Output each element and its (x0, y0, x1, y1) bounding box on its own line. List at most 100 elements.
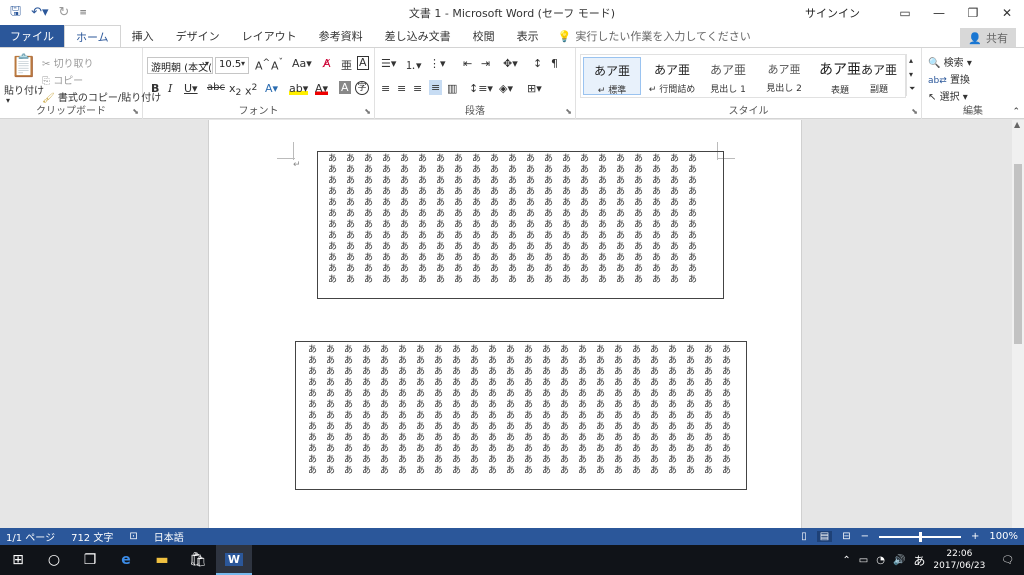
tab-home[interactable]: ホーム (64, 25, 121, 47)
share-button[interactable]: 👤 共有 (960, 28, 1016, 48)
vertical-scrollbar[interactable]: ▲ (1012, 120, 1024, 528)
tab-review[interactable]: 校閲 (462, 25, 506, 47)
start-windows-icon[interactable]: ⊞ (0, 545, 36, 575)
asian-layout-icon[interactable]: ✥▾ (503, 57, 518, 70)
page-count[interactable]: 1/1 ページ (6, 529, 55, 544)
text-frame-1[interactable]: ああああああああああああああああああああああああああああああああああああああああ… (317, 151, 724, 299)
scroll-thumb[interactable] (1014, 164, 1022, 344)
line-spacing-icon[interactable]: ↕≡▾ (469, 82, 493, 95)
task-view-icon[interactable]: ❐ (72, 545, 108, 575)
decrease-indent-icon[interactable]: ⇤ (463, 57, 472, 70)
web-layout-icon[interactable]: ⊟ (842, 531, 850, 542)
clock[interactable]: 22:06 2017/06/23 (933, 548, 985, 572)
enclose-characters-icon[interactable]: A (357, 56, 369, 70)
read-mode-icon[interactable]: ▯ (801, 531, 807, 542)
collapse-ribbon-icon[interactable]: ⌃ (1012, 107, 1020, 117)
word-taskbar-icon[interactable]: W (216, 545, 252, 575)
tab-mailings[interactable]: 差し込み文書 (374, 25, 462, 47)
copy-button[interactable]: ⎘ コピー (42, 72, 83, 87)
replace-button[interactable]: ab⇄ 置換 (928, 71, 970, 86)
styles-scroll-icon[interactable]: ▴ ▾ ⏷ (906, 54, 915, 96)
tell-me-box[interactable]: 💡 実行したい作業を入力してください (558, 25, 751, 47)
superscript-icon[interactable]: x2 (245, 82, 257, 98)
sort-icon[interactable]: ↕ (533, 57, 542, 70)
paragraph-launcher-icon[interactable]: ⬊ (565, 107, 572, 116)
zoom-knob[interactable] (919, 531, 923, 542)
tab-references[interactable]: 参考資料 (308, 25, 374, 47)
word-count[interactable]: 712 文字 (71, 529, 113, 544)
shading-icon[interactable]: ◈▾ (499, 82, 513, 95)
text-effects-icon[interactable]: A▾ (265, 82, 278, 95)
font-launcher-icon[interactable]: ⬊ (364, 107, 371, 116)
ribbon-display-options-icon[interactable]: ▭ (888, 6, 922, 20)
clear-formatting-icon[interactable]: A̸ (323, 57, 331, 70)
find-button[interactable]: 🔍 検索 ▾ (928, 54, 972, 69)
style-heading-1[interactable]: あア亜 見出し 1 (699, 57, 757, 95)
clipboard-launcher-icon[interactable]: ⬊ (132, 107, 139, 116)
increase-indent-icon[interactable]: ⇥ (481, 57, 490, 70)
style-no-spacing[interactable]: あア亜 ↵ 行間詰め (643, 57, 701, 95)
character-shading-icon[interactable]: A (339, 81, 351, 94)
cut-button[interactable]: ✂ 切り取り (42, 55, 94, 70)
show-hidden-icons-icon[interactable]: ⌃ (842, 555, 850, 566)
italic-icon[interactable]: I (168, 82, 172, 95)
tab-design[interactable]: デザイン (165, 25, 231, 47)
file-explorer-icon[interactable]: ▬ (144, 545, 180, 575)
font-color-icon[interactable]: A▾ (315, 82, 329, 95)
font-name-dropdown-icon[interactable]: ▾ (205, 59, 209, 68)
font-name-combo[interactable]: 游明朝 (本文( (147, 57, 213, 74)
grow-font-icon[interactable]: A^ (255, 57, 270, 73)
align-right-icon[interactable]: ≡ (413, 82, 422, 95)
align-left-icon[interactable]: ≡ (381, 82, 390, 95)
store-icon[interactable]: 🛍 (180, 545, 216, 575)
bullets-icon[interactable]: ☰▾ (381, 57, 396, 70)
document-page[interactable]: ↵ ああああああああああああああああああああああああああああああああああああああ… (208, 120, 802, 528)
enclosed-character-icon[interactable]: 字 (355, 81, 369, 95)
style-subtitle[interactable]: あア亜 副題 (851, 57, 907, 95)
zoom-in-icon[interactable]: + (971, 531, 979, 542)
style-normal[interactable]: あア亜 ↵ 標準 (583, 57, 641, 96)
borders-icon[interactable]: ⊞▾ (527, 82, 542, 95)
show-formatting-icon[interactable]: ¶ (551, 57, 558, 70)
distributed-icon[interactable]: ▥ (447, 82, 457, 95)
scroll-up-icon[interactable]: ▲ (1014, 120, 1020, 129)
tab-file[interactable]: ファイル (0, 25, 64, 47)
multilevel-list-icon[interactable]: ⋮▾ (429, 57, 446, 70)
change-case-icon[interactable]: Aa▾ (292, 57, 312, 70)
numbering-icon[interactable]: ⒈▾ (405, 57, 422, 73)
subscript-icon[interactable]: x2 (229, 82, 241, 98)
volume-icon[interactable]: 🔊 (893, 555, 905, 566)
underline-icon[interactable]: U▾ (184, 82, 198, 95)
strikethrough-icon[interactable]: abc (207, 82, 225, 93)
style-heading-2[interactable]: あア亜 見出し 2 (755, 57, 813, 95)
font-size-dropdown-icon[interactable]: ▾ (241, 59, 245, 68)
action-center-icon[interactable]: 🗨 (1001, 555, 1014, 566)
print-layout-icon[interactable]: ▤ (816, 531, 833, 542)
network-icon[interactable]: ◔ (876, 555, 885, 566)
tab-view[interactable]: 表示 (506, 25, 550, 47)
zoom-level[interactable]: 100% (989, 531, 1018, 542)
tab-insert[interactable]: 挿入 (121, 25, 165, 47)
justify-icon[interactable]: ≡ (429, 80, 443, 95)
paste-icon[interactable]: 📋 (10, 54, 37, 79)
restore-icon[interactable]: ❐ (956, 6, 990, 20)
edge-icon[interactable]: e (108, 545, 144, 575)
language-indicator[interactable]: 日本語 (154, 529, 184, 544)
bold-icon[interactable]: B (151, 82, 159, 95)
battery-icon[interactable]: ▭ (859, 555, 868, 566)
select-button[interactable]: ↖ 選択 ▾ (928, 88, 968, 103)
phonetic-guide-icon[interactable]: 亜 (341, 57, 352, 73)
zoom-out-icon[interactable]: − (861, 531, 869, 542)
minimize-icon[interactable]: — (922, 6, 956, 20)
styles-launcher-icon[interactable]: ⬊ (911, 107, 918, 116)
ime-indicator[interactable]: あ (913, 552, 925, 569)
zoom-slider[interactable] (879, 531, 962, 542)
proofing-icon[interactable]: ⊡ (129, 531, 137, 542)
text-frame-2[interactable]: ああああああああああああああああああああああああああああああああああああああああ… (295, 341, 747, 490)
align-center-icon[interactable]: ≡ (397, 82, 406, 95)
tab-layout[interactable]: レイアウト (231, 25, 308, 47)
search-icon[interactable]: ○ (36, 545, 72, 575)
paste-button[interactable]: 貼り付け (4, 82, 44, 97)
highlight-icon[interactable]: ab▾ (289, 82, 309, 95)
shrink-font-icon[interactable]: Aˇ (271, 57, 283, 73)
